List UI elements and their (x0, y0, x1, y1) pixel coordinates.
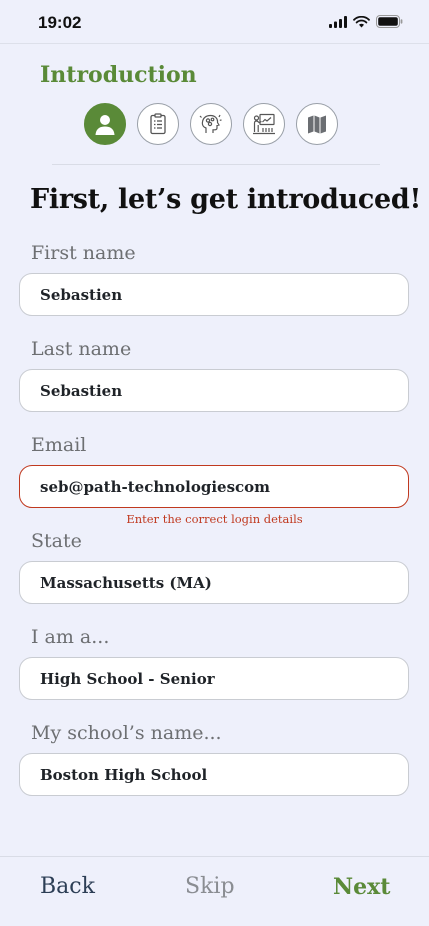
first-name-value: Sebastien (40, 285, 123, 304)
cellular-signal-icon (329, 15, 347, 28)
email-field[interactable]: seb@path-technologiescom (19, 465, 409, 508)
state-label: State (31, 530, 82, 552)
status-bar: 19:02 (0, 0, 429, 44)
next-button[interactable]: Next (333, 874, 390, 900)
role-value: High School - Senior (40, 669, 215, 688)
last-name-field[interactable]: Sebastien (19, 369, 409, 412)
email-value: seb@path-technologiescom (40, 477, 271, 496)
page-heading: First, let’s get introduced! (30, 184, 422, 215)
role-label: I am a... (31, 626, 110, 648)
first-name-field[interactable]: Sebastien (19, 273, 409, 316)
step-career[interactable] (243, 103, 285, 145)
step-interests[interactable] (190, 103, 232, 145)
back-button[interactable]: Back (40, 874, 95, 899)
skip-button[interactable]: Skip (185, 874, 235, 899)
school-field[interactable]: Boston High School (19, 753, 409, 796)
section-title: Introduction (40, 62, 197, 88)
school-label: My school’s name... (31, 722, 222, 744)
last-name-label: Last name (31, 338, 132, 360)
presentation-icon (253, 113, 275, 135)
status-time: 19:02 (38, 13, 82, 32)
email-error-message: Enter the correct login details (126, 512, 303, 526)
step-questionnaire[interactable] (137, 103, 179, 145)
step-profile[interactable] (84, 103, 126, 145)
person-icon (95, 115, 115, 135)
clipboard-icon (150, 113, 166, 135)
state-select[interactable]: Massachusetts (MA) (19, 561, 409, 604)
battery-icon (376, 15, 403, 28)
footer-divider (0, 856, 429, 857)
role-select[interactable]: High School - Senior (19, 657, 409, 700)
last-name-value: Sebastien (40, 381, 123, 400)
progress-steps (84, 103, 338, 145)
map-icon (308, 115, 326, 134)
status-icons (329, 15, 403, 28)
school-value: Boston High School (40, 765, 208, 784)
brain-icon (199, 114, 222, 133)
header-divider (52, 164, 380, 165)
state-value: Massachusetts (MA) (40, 573, 212, 592)
wifi-icon (353, 15, 370, 27)
step-map[interactable] (296, 103, 338, 145)
email-label: Email (31, 434, 87, 456)
first-name-label: First name (31, 242, 136, 264)
